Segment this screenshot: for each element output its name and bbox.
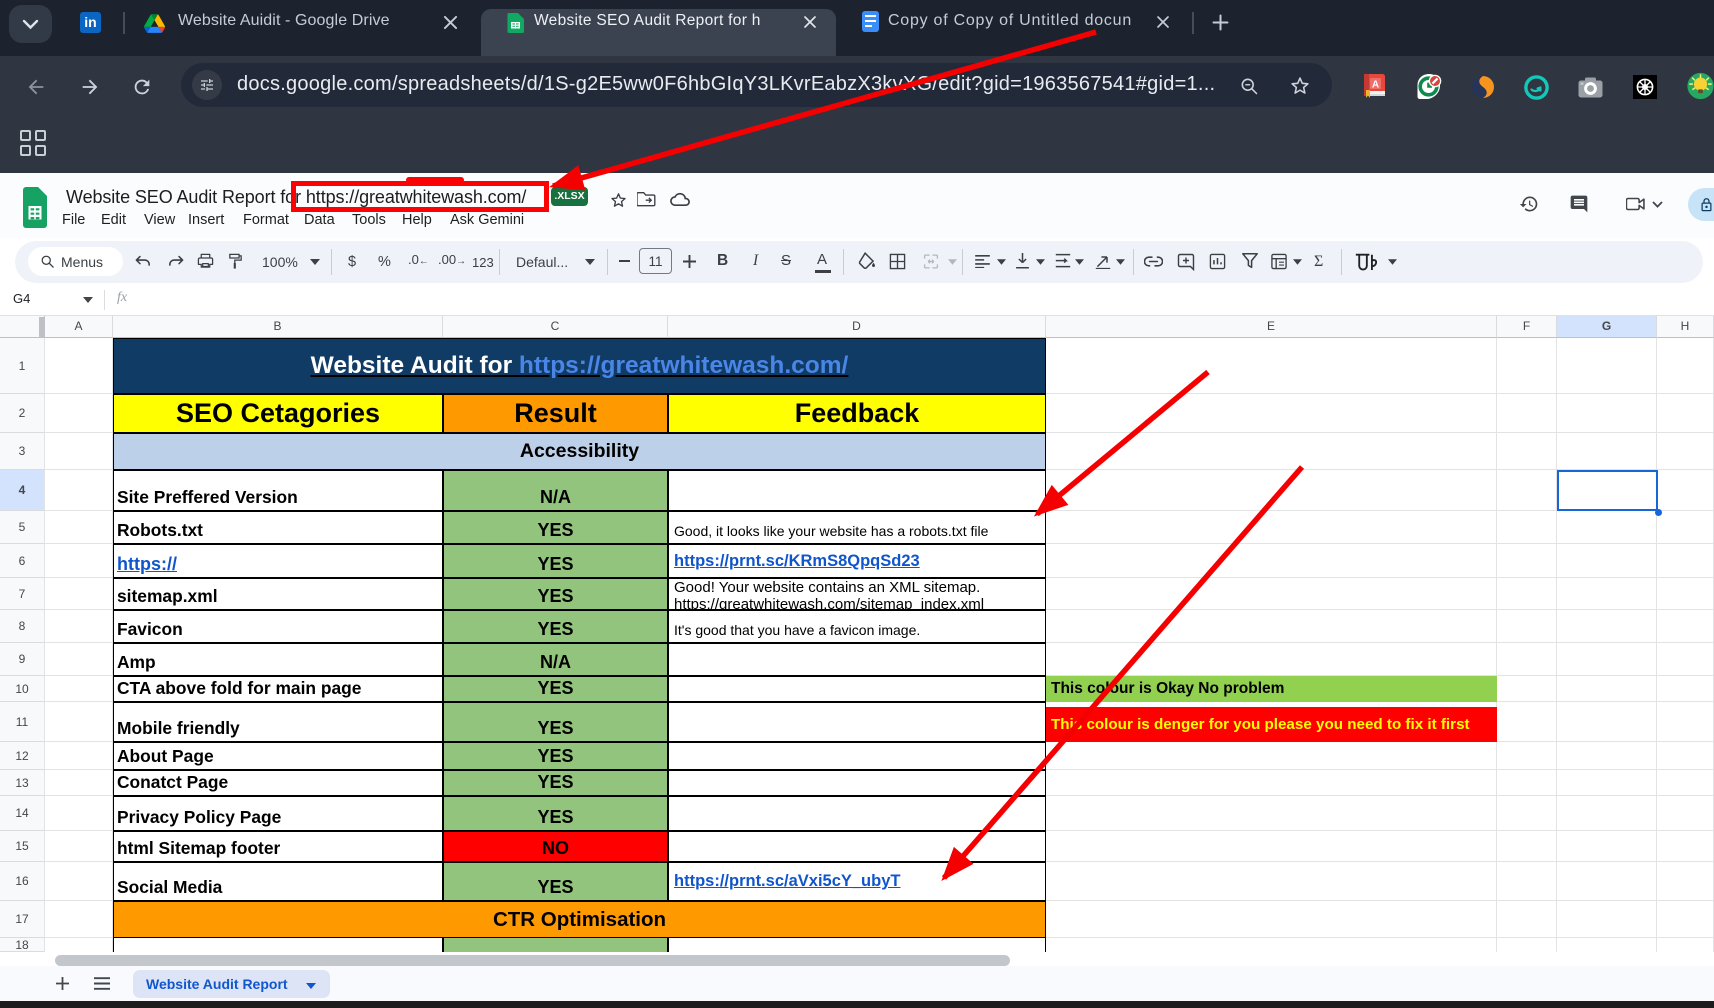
svg-text:A: A xyxy=(1372,80,1379,91)
